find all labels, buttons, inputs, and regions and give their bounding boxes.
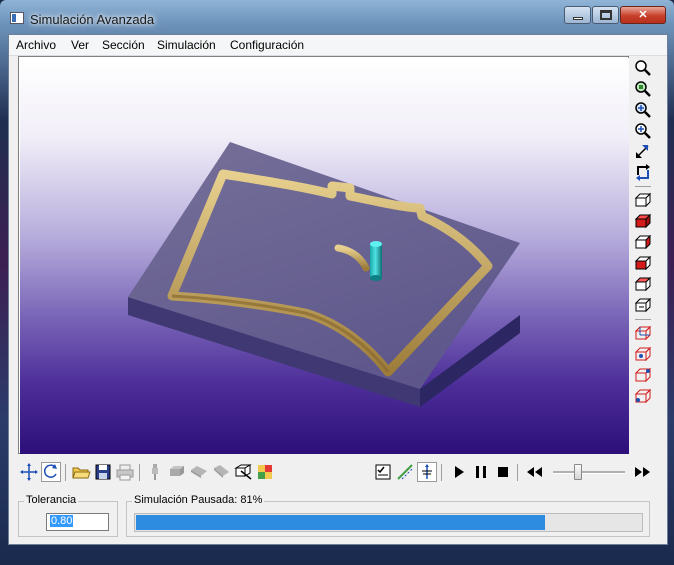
- zoom-in-icon[interactable]: [633, 121, 653, 140]
- fast-forward-icon[interactable]: [632, 462, 652, 482]
- maximize-button[interactable]: [592, 6, 619, 24]
- toolbar-separator: [65, 464, 66, 481]
- 3d-viewport[interactable]: [20, 58, 629, 454]
- zoom-icon[interactable]: [633, 58, 653, 77]
- main-toolbar: [18, 462, 658, 484]
- toolbar-separator: [139, 464, 140, 481]
- minimize-button[interactable]: [564, 6, 591, 24]
- view-left-icon[interactable]: [633, 254, 653, 273]
- rotate-view-icon[interactable]: [633, 163, 653, 182]
- save-icon[interactable]: [93, 462, 113, 482]
- window-frame: Simulación Avanzada ✕ Archivo Ver Secció…: [0, 0, 674, 565]
- tool-icon[interactable]: [145, 462, 165, 482]
- app-icon: [10, 12, 24, 24]
- view-iso4-icon[interactable]: [633, 387, 653, 406]
- toolbar-separator: [635, 186, 651, 187]
- zoom-fit-icon[interactable]: [633, 79, 653, 98]
- menu-ver[interactable]: Ver: [71, 38, 89, 52]
- speed-slider[interactable]: [549, 462, 629, 482]
- cutter-tool: [370, 244, 382, 278]
- pause-icon[interactable]: [471, 462, 491, 482]
- stock-button[interactable]: [417, 462, 437, 482]
- caption-buttons: ✕: [563, 6, 666, 26]
- tolerance-group: Tolerancia 0.80: [18, 494, 118, 537]
- simulation-status-group: Simulación Pausada: 81%: [126, 494, 650, 537]
- close-button[interactable]: ✕: [620, 6, 666, 24]
- simulation-status-label: Simulación Pausada: 81%: [132, 494, 265, 506]
- menu-simulacion[interactable]: Simulación: [157, 38, 216, 52]
- simulation-progress-fill: [136, 515, 545, 530]
- minimize-icon: [573, 17, 583, 20]
- solid-3-icon[interactable]: [211, 462, 231, 482]
- menu-bar: Archivo Ver Sección Simulación Configura…: [9, 35, 667, 56]
- tolerance-value: 0.80: [50, 515, 74, 527]
- tolerance-input[interactable]: 0.80: [46, 513, 109, 531]
- view-bottom-icon[interactable]: [633, 275, 653, 294]
- solid-1-icon[interactable]: [167, 462, 187, 482]
- view-iso1-icon[interactable]: [633, 324, 653, 343]
- window-title: Simulación Avanzada: [30, 12, 155, 27]
- speed-slider-thumb[interactable]: [574, 464, 582, 480]
- client-area: Archivo Ver Sección Simulación Configura…: [8, 34, 668, 545]
- color-icon[interactable]: [255, 462, 275, 482]
- zoom-window-icon[interactable]: [633, 100, 653, 119]
- view-back-icon[interactable]: [633, 296, 653, 315]
- cutter-tool-bottom: [370, 275, 382, 281]
- menu-configuracion[interactable]: Configuración: [230, 38, 304, 52]
- print-icon[interactable]: [115, 462, 135, 482]
- scene-svg: [128, 142, 520, 407]
- view-right-icon[interactable]: [633, 233, 653, 252]
- path-icon[interactable]: [395, 462, 415, 482]
- fit-view-icon[interactable]: [633, 142, 653, 161]
- toolbar-separator: [441, 464, 442, 481]
- toolbar-separator: [635, 319, 651, 320]
- toolbar-separator: [517, 464, 518, 481]
- title-bar[interactable]: Simulación Avanzada ✕: [0, 0, 674, 34]
- simulation-progress-bar: [134, 513, 643, 532]
- cutter-tool-top: [370, 241, 382, 247]
- rotate-icon: [43, 464, 57, 478]
- rotate-button[interactable]: [41, 462, 61, 482]
- stop-icon[interactable]: [493, 462, 513, 482]
- close-icon: ✕: [638, 9, 648, 21]
- rewind-icon[interactable]: [525, 462, 545, 482]
- view-iso3-icon[interactable]: [633, 366, 653, 385]
- tolerance-label: Tolerancia: [24, 494, 79, 506]
- menu-archivo[interactable]: Archivo: [16, 38, 56, 52]
- play-icon[interactable]: [449, 462, 469, 482]
- viewport-frame: [18, 56, 629, 454]
- report-icon[interactable]: [373, 462, 393, 482]
- solid-2-icon[interactable]: [189, 462, 209, 482]
- menu-seccion[interactable]: Sección: [102, 38, 145, 52]
- maximize-icon: [600, 10, 612, 20]
- pan-icon[interactable]: [19, 462, 39, 482]
- view-iso2-icon[interactable]: [633, 345, 653, 364]
- open-icon[interactable]: [71, 462, 91, 482]
- section-icon[interactable]: [233, 462, 253, 482]
- view-front-icon[interactable]: [633, 191, 653, 210]
- view-top-icon[interactable]: [633, 212, 653, 231]
- stock-icon: [422, 464, 432, 479]
- speed-slider-track: [553, 471, 625, 474]
